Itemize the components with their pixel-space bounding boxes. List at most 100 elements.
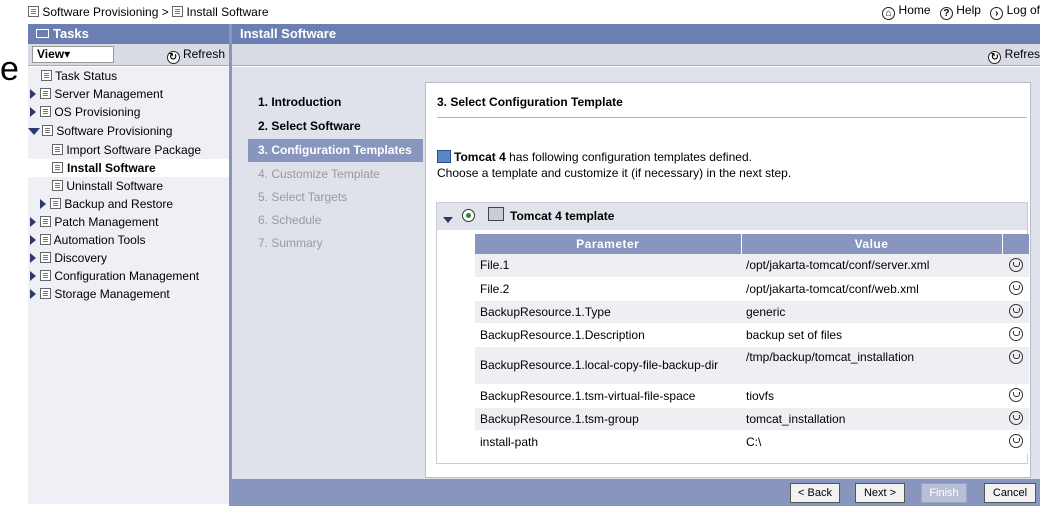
refresh-icon: ↻ (166, 51, 180, 64)
breadcrumb-parent-link[interactable]: Software Provisioning (42, 5, 158, 19)
tree-item-server-management[interactable]: Server Management (30, 85, 163, 103)
back-button[interactable]: < Back (790, 483, 840, 503)
edit-parameter-icon[interactable] (1008, 349, 1023, 364)
tree-item-label: Backup and Restore (64, 197, 174, 211)
software-name: Tomcat 4 (454, 150, 506, 164)
table-row: File.1 /opt/jakarta-tomcat/conf/server.x… (475, 254, 1029, 278)
expand-arrow-icon[interactable] (30, 289, 36, 299)
task-tree: Task Status Server Management OS Provisi… (28, 67, 229, 504)
table-row: BackupResource.1.Description backup set … (475, 323, 1029, 347)
tree-item-backup-and-restore[interactable]: Backup and Restore (40, 195, 173, 213)
view-menu-button[interactable]: View▾ (32, 46, 114, 63)
tree-item-label: Discovery (54, 251, 108, 265)
tree-item-label: Server Management (54, 87, 164, 101)
home-label: Home (898, 3, 931, 17)
tree-item-label: Automation Tools (53, 233, 146, 247)
param-value: /opt/jakarta-tomcat/conf/web.xml (741, 277, 1002, 301)
expand-arrow-icon[interactable] (30, 271, 36, 281)
column-header-value[interactable]: Value (741, 234, 1003, 254)
software-package-icon (437, 150, 451, 163)
step-select-targets: 5. Select Targets (258, 190, 348, 204)
task-icon (52, 180, 63, 191)
param-value: tomcat_installation (741, 407, 1002, 431)
step-introduction[interactable]: 1. Introduction (248, 91, 423, 114)
breadcrumb: Software Provisioning > Install Software (28, 4, 269, 20)
expand-arrow-icon[interactable] (30, 235, 36, 245)
table-row: BackupResource.1.Type generic (475, 300, 1029, 324)
edit-parameter-icon[interactable] (1008, 434, 1023, 448)
tree-item-import-software-package[interactable]: Import Software Package (52, 141, 201, 159)
overlay-glyph: e (0, 50, 19, 88)
help-label: Help (956, 3, 981, 17)
param-name: BackupResource.1.local-copy-file-backup-… (475, 346, 741, 385)
next-button[interactable]: Next > (855, 483, 905, 503)
logout-link[interactable]: › Log of (990, 3, 1040, 20)
tree-item-label: Task Status (55, 69, 118, 83)
tree-item-label: Uninstall Software (66, 179, 164, 193)
tree-item-discovery[interactable]: Discovery (30, 249, 107, 267)
expand-arrow-icon[interactable] (40, 199, 46, 209)
tasks-header: Tasks (28, 24, 229, 44)
task-icon (40, 288, 51, 299)
expand-arrow-icon[interactable] (30, 217, 36, 227)
logout-arrow-icon: › (990, 7, 1004, 20)
step-configuration-templates[interactable]: 3. Configuration Templates (248, 139, 423, 162)
description-text: has following configuration templates de… (505, 150, 752, 164)
tree-item-software-provisioning[interactable]: Software Provisioning (28, 122, 172, 140)
tree-item-storage-management[interactable]: Storage Management (30, 285, 170, 303)
param-name: File.1 (475, 254, 741, 278)
task-icon (40, 216, 51, 227)
tree-item-label: Storage Management (54, 287, 170, 301)
collapse-arrow-icon[interactable] (28, 128, 40, 135)
help-link[interactable]: ? Help (939, 3, 981, 20)
param-name: BackupResource.1.tsm-group (475, 407, 741, 431)
edit-parameter-icon[interactable] (1008, 257, 1023, 272)
tree-item-uninstall-software[interactable]: Uninstall Software (52, 177, 163, 195)
edit-parameter-icon[interactable] (1008, 281, 1023, 295)
content-title: 3. Select Configuration Template (437, 95, 623, 109)
task-icon (50, 198, 61, 209)
tree-item-task-status[interactable]: Task Status (41, 67, 117, 85)
tree-item-os-provisioning[interactable]: OS Provisioning (30, 103, 140, 121)
column-header-parameter[interactable]: Parameter (475, 234, 742, 254)
step-select-software[interactable]: 2. Select Software (248, 115, 423, 138)
tree-item-install-software[interactable]: Install Software (28, 159, 229, 177)
main-refresh-button[interactable]: ↻ Refres (988, 47, 1040, 64)
edit-parameter-icon[interactable] (1008, 388, 1023, 402)
edit-parameter-icon[interactable] (1008, 304, 1023, 318)
param-value: C:\ (741, 430, 1002, 454)
refresh-label: Refresh (182, 47, 225, 61)
cancel-button[interactable]: Cancel (984, 483, 1036, 503)
expand-arrow-icon[interactable] (30, 89, 36, 99)
breadcrumb-separator: > (161, 4, 169, 19)
tasks-icon (36, 29, 49, 38)
tasks-refresh-button[interactable]: ↻ Refresh (166, 47, 225, 64)
divider (437, 117, 1027, 118)
tree-item-patch-management[interactable]: Patch Management (30, 213, 158, 231)
edit-parameter-icon[interactable] (1008, 327, 1023, 341)
description-line-2: Choose a template and customize it (if n… (437, 166, 792, 180)
task-icon (40, 270, 51, 281)
tree-item-label: Install Software (67, 161, 156, 175)
finish-button: Finish (921, 483, 967, 503)
tree-item-automation-tools[interactable]: Automation Tools (30, 231, 146, 249)
expand-arrow-icon[interactable] (30, 107, 36, 117)
tasks-toolbar: View▾ ↻ Refresh (28, 44, 229, 66)
home-link[interactable]: ⌂ Home (882, 3, 931, 20)
home-icon: ⌂ (882, 7, 896, 20)
refresh-label: Refres (1004, 47, 1040, 61)
tree-item-configuration-management[interactable]: Configuration Management (30, 267, 199, 285)
expand-arrow-icon[interactable] (30, 253, 36, 263)
param-value: generic (741, 300, 1002, 324)
step-summary: 7. Summary (258, 236, 323, 250)
collapse-arrow-icon[interactable] (443, 212, 455, 226)
task-icon (52, 144, 63, 155)
task-icon (40, 234, 51, 245)
tree-item-label: OS Provisioning (54, 105, 141, 119)
step-schedule: 6. Schedule (258, 213, 322, 227)
task-icon (172, 6, 184, 18)
param-value: tiovfs (741, 384, 1002, 408)
template-radio[interactable] (462, 209, 475, 222)
edit-parameter-icon[interactable] (1008, 411, 1023, 425)
task-icon (41, 70, 52, 81)
